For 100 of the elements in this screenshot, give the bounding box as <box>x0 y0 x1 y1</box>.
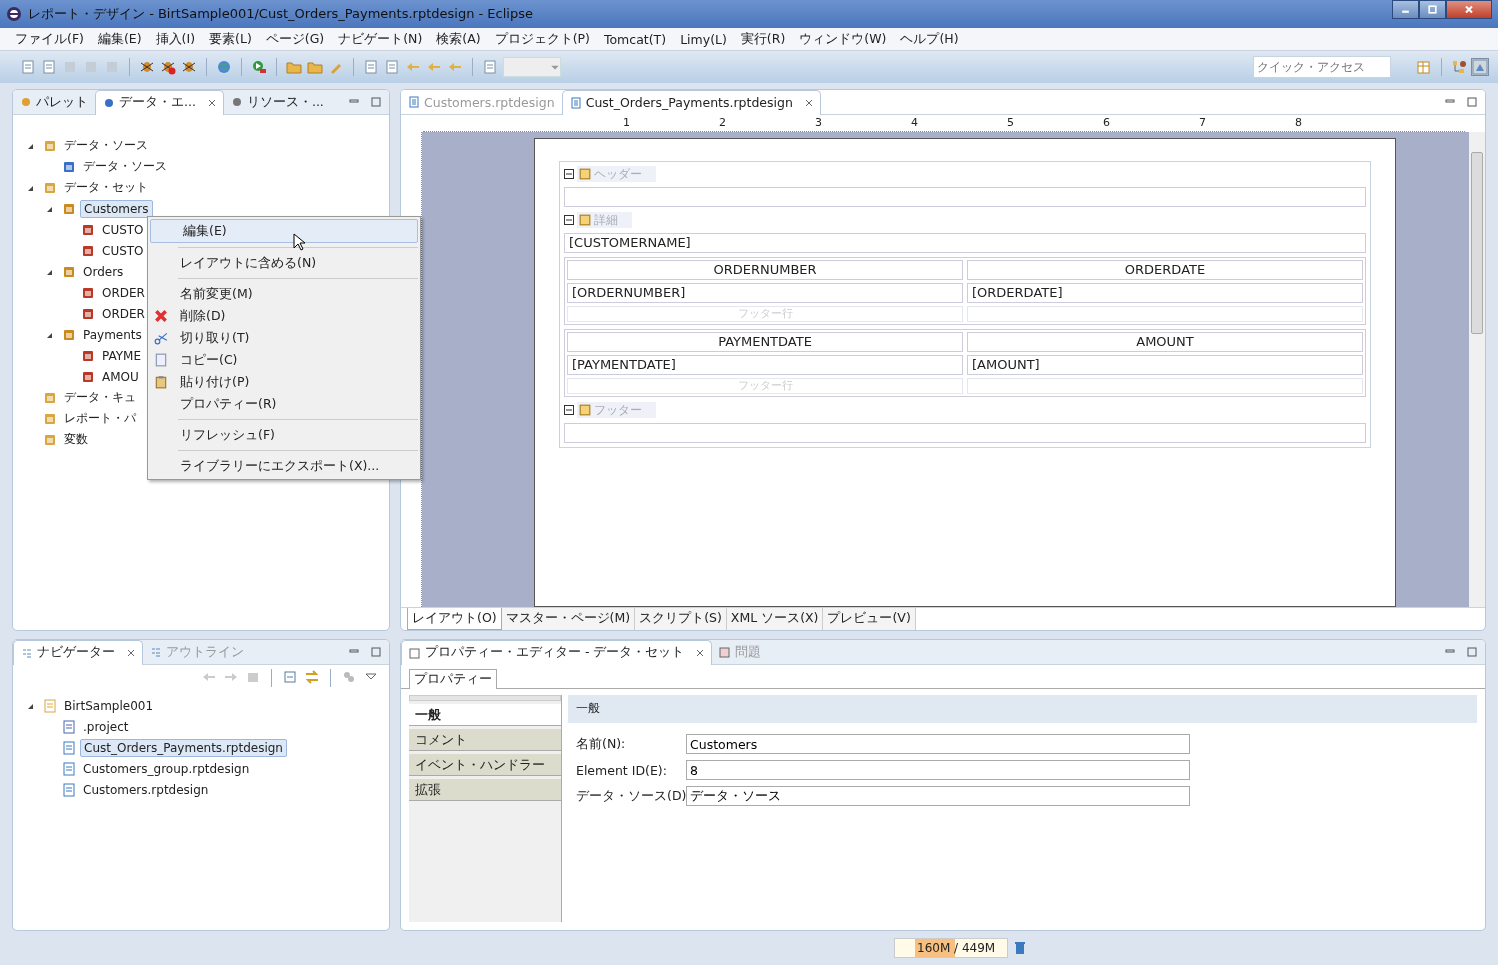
folder-icon[interactable] <box>307 59 323 75</box>
table-cell[interactable] <box>967 378 1363 394</box>
editor-page-tab[interactable]: スクリプト(S) <box>635 608 727 630</box>
tree-item[interactable]: Customers <box>80 199 153 218</box>
trash-icon[interactable] <box>1014 941 1026 955</box>
menu-item[interactable]: 名前変更(M) <box>148 283 420 305</box>
maximize-icon[interactable] <box>371 97 381 107</box>
editor-page-tab[interactable]: レイアウト(O) <box>407 608 502 630</box>
view-tab[interactable]: ナビゲーター <box>13 640 143 665</box>
category-item[interactable]: イベント・ハンドラー <box>409 754 561 776</box>
close-button[interactable] <box>1446 0 1492 19</box>
tree-item[interactable]: CUSTO <box>99 242 147 259</box>
menu-item[interactable]: 削除(D) <box>148 305 420 327</box>
menu-item[interactable]: 要素(L) <box>202 30 259 48</box>
view-tab[interactable]: パレット <box>13 90 95 114</box>
tree-item[interactable]: Cust_Orders_Payments.rptdesign <box>80 738 287 757</box>
data-cell[interactable]: [ORDERNUMBER] <box>567 283 963 303</box>
close-icon[interactable] <box>804 98 813 107</box>
tree-item[interactable]: PAYME <box>99 347 144 364</box>
menu-item[interactable]: ページ(G) <box>258 30 332 48</box>
menu-item[interactable]: プロジェクト(P) <box>487 30 597 48</box>
tree-item[interactable]: データ・ソース <box>61 136 151 155</box>
tree-item[interactable]: データ・キュ <box>61 388 139 407</box>
collapse-icon[interactable] <box>564 405 574 415</box>
menu-item[interactable]: 貼り付け(P) <box>148 371 420 393</box>
header-cell[interactable]: ORDERNUMBER <box>567 260 963 280</box>
data-cell[interactable]: [PAYMENTDATE] <box>567 355 963 375</box>
tree-item[interactable]: Payments <box>80 326 145 343</box>
header-cell[interactable]: ORDERDATE <box>967 260 1363 280</box>
menu-item[interactable]: 切り取り(T) <box>148 327 420 349</box>
quick-access-field[interactable]: クイック・アクセス <box>1253 56 1391 78</box>
data-cell[interactable]: [ORDERDATE] <box>967 283 1363 303</box>
minimize-button[interactable] <box>1392 0 1419 19</box>
collapse-all-icon[interactable] <box>282 669 298 685</box>
data-field[interactable]: [CUSTOMERNAME] <box>564 233 1366 253</box>
menu-item[interactable]: ライブラリーにエクスポート(X)... <box>148 455 420 477</box>
menu-item[interactable]: ファイル(F) <box>8 30 91 48</box>
bug-icon[interactable] <box>139 59 155 75</box>
tree-item[interactable]: レポート・パ <box>61 409 139 428</box>
input-field[interactable]: 8 <box>686 760 1190 780</box>
document-icon[interactable] <box>41 59 57 75</box>
menu-item[interactable]: プロパティー(R) <box>148 393 420 415</box>
tree-item[interactable]: CUSTO <box>99 221 147 238</box>
editor-page-tab[interactable]: XML ソース(X) <box>726 608 824 630</box>
report-design-icon[interactable] <box>1472 59 1488 75</box>
menu-item[interactable]: Limy(L) <box>673 31 734 47</box>
input-field[interactable]: Customers <box>686 734 1190 754</box>
tree-item[interactable]: Customers.rptdesign <box>80 781 212 798</box>
menu-item[interactable]: レイアウトに含める(N) <box>148 252 420 274</box>
tree-item[interactable]: BirtSample001 <box>61 697 157 714</box>
bug-icon[interactable] <box>181 59 197 75</box>
category-item[interactable]: コメント <box>409 729 561 751</box>
view-tab[interactable]: プロパティー・エディター - データ・セット <box>401 640 713 665</box>
menu-item[interactable]: 実行(R) <box>733 30 793 48</box>
close-icon[interactable] <box>127 648 135 657</box>
menu-item[interactable]: 編集(E) <box>90 30 149 48</box>
filter-icon[interactable] <box>341 669 357 685</box>
hierarchy-icon[interactable] <box>1451 59 1467 75</box>
run-icon[interactable] <box>251 59 267 75</box>
maximize-icon[interactable] <box>371 647 381 657</box>
document-icon[interactable] <box>482 59 498 75</box>
collapse-icon[interactable] <box>564 169 574 179</box>
tree-item[interactable]: .project <box>80 718 132 735</box>
folder-icon[interactable] <box>286 59 302 75</box>
properties-tab[interactable]: プロパティー <box>409 669 497 689</box>
editor-tab[interactable]: Cust_Orders_Payments.rptdesign <box>561 90 821 115</box>
document-icon[interactable] <box>384 59 400 75</box>
tree-item[interactable]: ORDER <box>99 284 148 301</box>
menu-item[interactable]: 挿入(I) <box>148 30 203 48</box>
table-cell[interactable] <box>967 306 1363 322</box>
view-tab[interactable]: リソース・... <box>223 90 331 114</box>
close-icon[interactable] <box>207 98 216 107</box>
close-icon[interactable] <box>696 648 705 657</box>
tree-item[interactable]: Customers_group.rptdesign <box>80 760 253 777</box>
editor-page-tab[interactable]: プレビュー(V) <box>823 608 916 630</box>
tree-item[interactable]: ORDER <box>99 305 148 322</box>
tree-item[interactable]: データ・ソース <box>80 157 170 176</box>
editor-page-tab[interactable]: マスター・ページ(M) <box>501 608 636 630</box>
menu-item[interactable]: コピー(C) <box>148 349 420 371</box>
collapse-icon[interactable] <box>564 215 574 225</box>
header-cell[interactable]: AMOUNT <box>967 332 1363 352</box>
header-cell[interactable]: PAYMENTDATE <box>567 332 963 352</box>
menu-item[interactable]: 検索(A) <box>429 30 488 48</box>
category-item[interactable]: 一般 <box>409 704 561 726</box>
tree-item[interactable]: AMOU <box>99 368 142 385</box>
maximize-icon[interactable] <box>1467 97 1477 107</box>
new-table-icon[interactable] <box>1416 59 1432 75</box>
bug-icon[interactable] <box>160 59 176 75</box>
tree-item[interactable]: データ・セット <box>61 178 151 197</box>
document-icon[interactable] <box>363 59 379 75</box>
category-item[interactable]: 拡張 <box>409 779 561 801</box>
globe-icon[interactable] <box>216 59 232 75</box>
document-icon[interactable] <box>20 59 36 75</box>
maximize-icon[interactable] <box>1467 647 1477 657</box>
link-icon[interactable] <box>304 669 320 685</box>
view-tab[interactable]: データ・エ... <box>95 90 224 115</box>
menu-item[interactable]: ヘルプ(H) <box>893 30 966 48</box>
vertical-scrollbar[interactable] <box>1469 132 1485 607</box>
tree-item[interactable]: 変数 <box>61 430 91 449</box>
menu-item[interactable]: リフレッシュ(F) <box>148 424 420 446</box>
